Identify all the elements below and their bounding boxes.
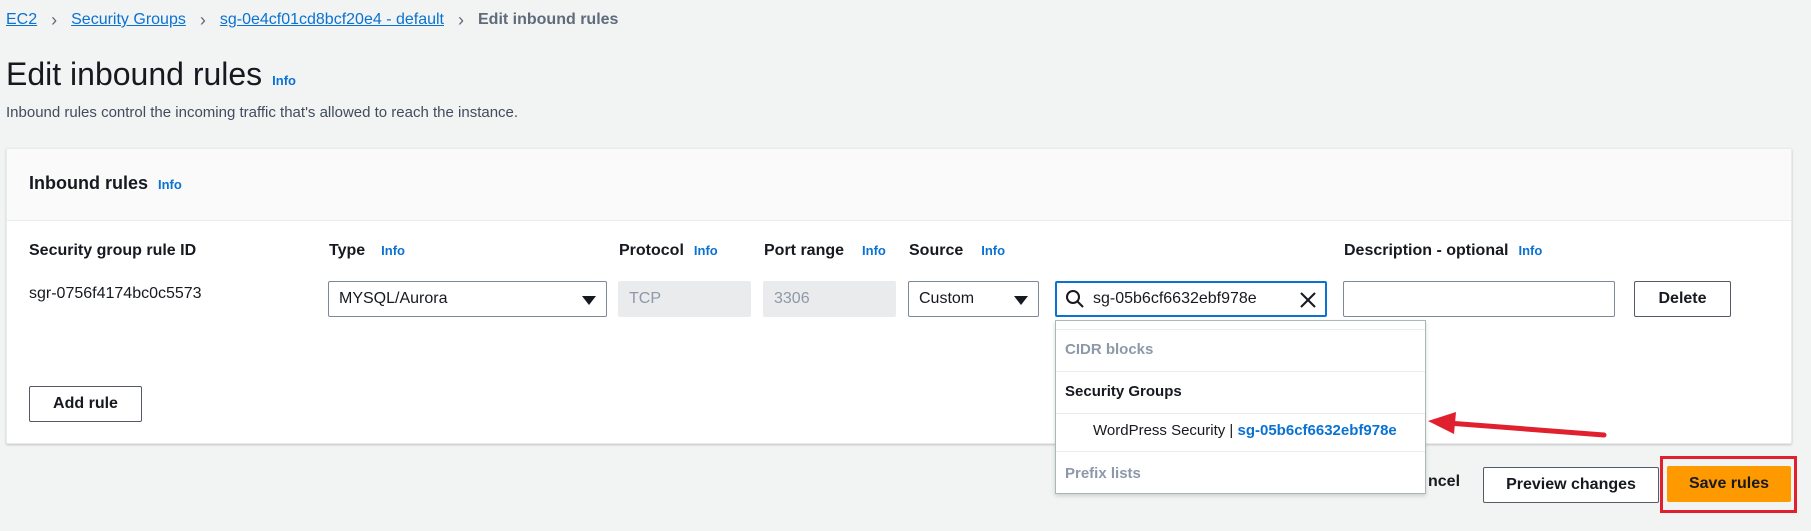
chevron-right-icon: › [199,9,206,30]
option-id: sg-05b6cf6632ebf978e [1237,422,1397,439]
protocol-value: TCP [629,290,661,307]
source-select[interactable]: Custom [908,281,1039,317]
source-info-link[interactable]: Info [981,243,1005,258]
breadcrumb-security-groups[interactable]: Security Groups [71,11,186,29]
breadcrumb-current: Edit inbound rules [478,11,619,28]
caret-down-icon [1014,296,1028,305]
cancel-link[interactable]: ncel [1428,473,1460,491]
description-info-link[interactable]: Info [1518,243,1542,258]
breadcrumb-ec2[interactable]: EC2 [6,11,37,29]
add-rule-button[interactable]: Add rule [29,386,142,422]
option-name: WordPress Security | [1093,422,1238,439]
panel-title: Inbound rules [29,173,148,193]
dropdown-group-security-groups: Security Groups [1065,383,1182,400]
type-info-link[interactable]: Info [381,243,405,258]
description-input[interactable] [1343,281,1615,317]
inbound-rules-panel: Inbound rules Info Security group rule I… [6,148,1792,444]
source-dropdown: CIDR blocks Security Groups WordPress Se… [1055,320,1426,494]
port-range-field: 3306 [763,281,896,317]
source-select-value: Custom [919,290,975,307]
type-select[interactable]: MYSQL/Aurora [328,281,607,317]
page-header: Edit inbound rules Info [6,56,296,93]
protocol-info-link[interactable]: Info [694,243,718,258]
page-description: Inbound rules control the incoming traff… [6,104,519,121]
dropdown-option-wordpress[interactable]: WordPress Security | sg-05b6cf6632ebf978… [1093,422,1397,439]
save-rules-button[interactable]: Save rules [1667,466,1791,502]
panel-header: Inbound rules Info [7,149,1791,221]
clear-icon[interactable] [1299,291,1317,309]
chevron-right-icon: › [51,9,58,30]
rule-id-value: sgr-0756f4174bc0c5573 [29,285,202,302]
col-description: Description - optional [1344,242,1509,259]
dropdown-group-prefix-lists: Prefix lists [1065,465,1141,482]
chevron-right-icon: › [458,9,464,30]
source-search-value: sg-05b6cf6632ebf978e [1093,290,1257,307]
page-info-link[interactable]: Info [272,73,296,88]
panel-info-link[interactable]: Info [158,177,182,192]
port-range-info-link[interactable]: Info [862,243,886,258]
col-protocol: Protocol [619,242,684,259]
delete-button[interactable]: Delete [1634,281,1731,317]
breadcrumb: EC2 › Security Groups › sg-0e4cf01cd8bcf… [6,9,618,31]
protocol-field: TCP [618,281,751,317]
search-icon [1066,290,1084,308]
type-select-value: MYSQL/Aurora [339,290,448,307]
col-rule-id: Security group rule ID [29,242,197,259]
dropdown-group-cidr: CIDR blocks [1065,341,1154,358]
preview-changes-button[interactable]: Preview changes [1483,467,1659,503]
col-port-range: Port range [764,242,845,259]
port-range-value: 3306 [774,290,810,307]
col-source: Source [909,242,964,259]
breadcrumb-security-group[interactable]: sg-0e4cf01cd8bcf20e4 - default [220,11,444,29]
page-title: Edit inbound rules [6,56,263,92]
annotation-arrow [1428,412,1607,438]
source-search-input[interactable]: sg-05b6cf6632ebf978e [1055,281,1327,317]
caret-down-icon [582,296,596,305]
col-type: Type [329,242,366,259]
